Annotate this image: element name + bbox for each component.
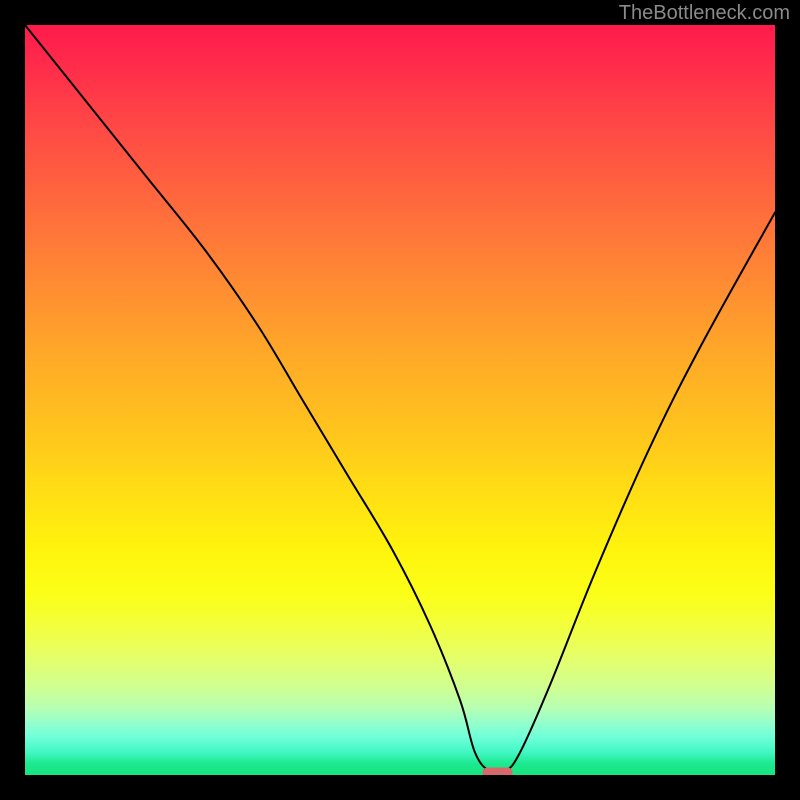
curve-svg — [25, 25, 775, 775]
plot-area — [25, 25, 775, 775]
minimum-marker — [483, 768, 513, 776]
chart-frame: TheBottleneck.com — [0, 0, 800, 800]
attribution-text: TheBottleneck.com — [619, 2, 790, 25]
bottleneck-curve — [25, 25, 775, 774]
